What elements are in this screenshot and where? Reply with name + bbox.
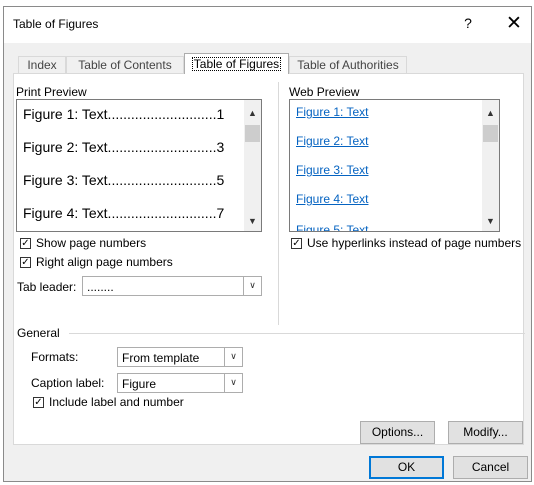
web-preview-scrollbar[interactable]: ▲ ▼ — [482, 100, 499, 231]
web-preview-box[interactable]: Figure 1: Text Figure 2: Text Figure 3: … — [289, 99, 500, 232]
tab-table-of-figures-label: Table of Figures — [191, 57, 282, 71]
print-preview-entry: Figure 4: Text..........................… — [23, 205, 225, 221]
use-hyperlinks-checkbox[interactable]: ✓ — [291, 238, 302, 249]
right-align-label: Right align page numbers — [36, 255, 173, 269]
show-page-numbers-label: Show page numbers — [36, 236, 147, 250]
print-preview-label: Print Preview — [16, 85, 87, 99]
tab-table-of-contents[interactable]: Table of Contents — [66, 56, 184, 73]
web-preview-label: Web Preview — [289, 85, 360, 99]
general-group-label: General — [17, 326, 60, 340]
chevron-down-icon[interactable]: ∨ — [224, 374, 242, 392]
column-divider — [278, 82, 279, 325]
chevron-down-icon[interactable]: ∨ — [224, 348, 242, 366]
caption-label-label: Caption label: — [31, 376, 105, 390]
cancel-button[interactable]: Cancel — [453, 456, 528, 479]
formats-label: Formats: — [31, 350, 79, 364]
modify-button[interactable]: Modify... — [448, 421, 523, 444]
print-preview-entry: Figure 1: Text..........................… — [23, 106, 225, 122]
print-preview-entry: Figure 3: Text..........................… — [23, 172, 225, 188]
close-icon[interactable]: ✕ — [502, 12, 526, 35]
tab-leader-value: ........ — [87, 280, 114, 294]
caption-label-select[interactable]: Figure ∨ — [117, 373, 243, 393]
include-label-checkbox[interactable]: ✓ — [33, 397, 44, 408]
web-preview-link[interactable]: Figure 5: Text — [296, 223, 368, 231]
print-preview-entry: Figure 2: Text..........................… — [23, 139, 225, 155]
scroll-thumb[interactable] — [245, 125, 260, 142]
table-of-figures-dialog: Table of Figures ? ✕ Index Table of Cont… — [3, 6, 532, 482]
tab-leader-select[interactable]: ........ ∨ — [82, 276, 262, 296]
print-preview-box[interactable]: Figure 1: Text..........................… — [16, 99, 262, 232]
help-icon[interactable]: ? — [458, 15, 478, 31]
web-preview-link[interactable]: Figure 3: Text — [296, 163, 368, 177]
web-preview-link[interactable]: Figure 1: Text — [296, 105, 368, 119]
scroll-up-icon[interactable]: ▲ — [244, 108, 261, 118]
ok-button[interactable]: OK — [369, 456, 444, 479]
title-bar: Table of Figures ? ✕ — [4, 7, 531, 43]
web-preview-link[interactable]: Figure 2: Text — [296, 134, 368, 148]
tab-index[interactable]: Index — [18, 56, 66, 73]
print-preview-scrollbar[interactable]: ▲ ▼ — [244, 100, 261, 231]
show-page-numbers-checkbox[interactable]: ✓ — [20, 238, 31, 249]
scroll-down-icon[interactable]: ▼ — [482, 216, 499, 226]
general-group-line — [69, 333, 525, 334]
formats-value: From template — [122, 351, 200, 365]
right-align-checkbox[interactable]: ✓ — [20, 257, 31, 268]
use-hyperlinks-label: Use hyperlinks instead of page numbers — [307, 236, 522, 250]
web-preview-link[interactable]: Figure 4: Text — [296, 192, 368, 206]
scroll-down-icon[interactable]: ▼ — [244, 216, 261, 226]
dialog-title: Table of Figures — [13, 17, 99, 31]
scroll-thumb[interactable] — [483, 125, 498, 142]
tab-panel: Print Preview Figure 1: Text............… — [13, 73, 525, 445]
options-button[interactable]: Options... — [360, 421, 435, 444]
tab-table-of-authorities[interactable]: Table of Authorities — [289, 56, 407, 73]
chevron-down-icon[interactable]: ∨ — [243, 277, 261, 295]
tab-leader-label: Tab leader: — [17, 280, 77, 294]
scroll-up-icon[interactable]: ▲ — [482, 108, 499, 118]
formats-select[interactable]: From template ∨ — [117, 347, 243, 367]
caption-label-value: Figure — [122, 377, 157, 391]
tab-table-of-figures[interactable]: Table of Figures — [184, 53, 289, 74]
include-label-label: Include label and number — [49, 395, 184, 409]
